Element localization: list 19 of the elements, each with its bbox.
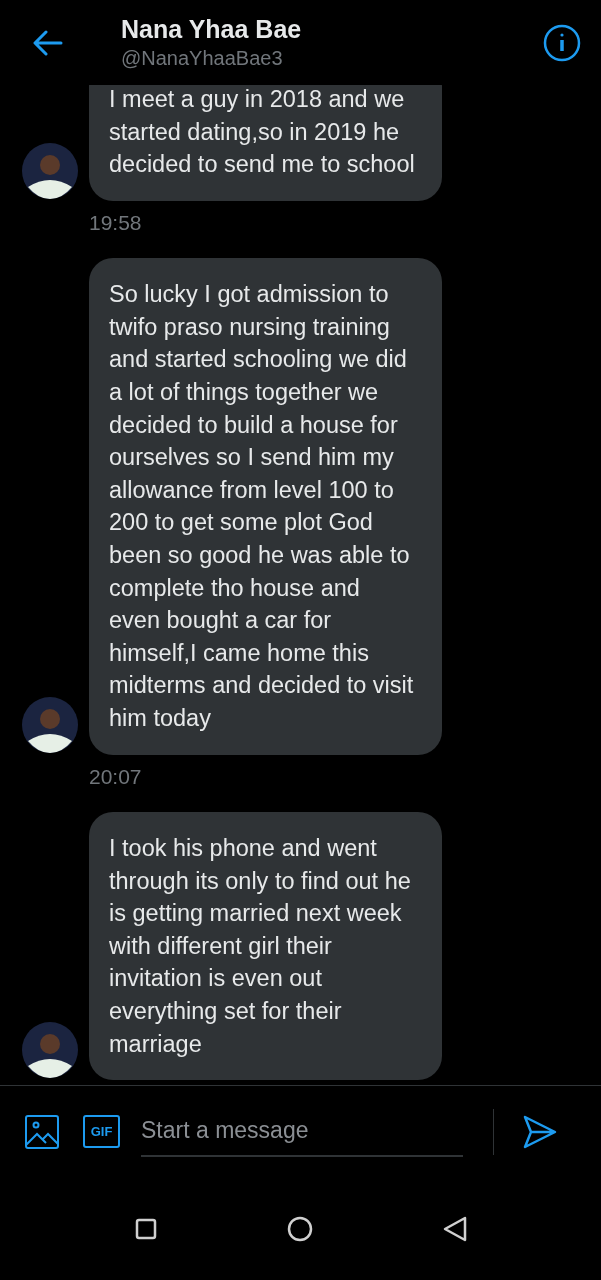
- home-icon[interactable]: [286, 1215, 313, 1242]
- image-icon[interactable]: [25, 1114, 59, 1149]
- avatar[interactable]: [22, 142, 78, 199]
- message-time: 19:58: [89, 209, 143, 236]
- message-text: So lucky I got admission to twifo praso nursing training and started schooling we did a lot of things together we decided to build a house for ourselves so I send him my allowance from level 100 to 200 to get some plot God been so good he was able to complete tho house and even bought a car for himself,I came home this midterms and decided to visit him today: [109, 280, 415, 733]
- back-nav-icon[interactable]: [442, 1215, 467, 1242]
- back-icon[interactable]: [33, 29, 63, 56]
- avatar[interactable]: [22, 1022, 78, 1079]
- gif-button[interactable]: GIF: [83, 1115, 120, 1148]
- message-text: I meet a guy in 2018 and we started dating,so in 2019 he decided to send me to school: [109, 85, 416, 180]
- message-field[interactable]: Start a message: [141, 1106, 463, 1157]
- contact-name: Nana Yhaa Bae: [121, 14, 303, 46]
- recents-icon[interactable]: [134, 1217, 157, 1240]
- contact-handle: @NanaYhaaBae3: [121, 45, 284, 71]
- send-icon[interactable]: [523, 1114, 557, 1149]
- message-time: 20:07: [89, 763, 143, 790]
- avatar[interactable]: [22, 696, 78, 753]
- info-icon[interactable]: [543, 23, 581, 62]
- message-text: I took his phone and went through its only to find out he is getting married next week with different girl their invitation is even out everything set for their marriage: [109, 834, 412, 1059]
